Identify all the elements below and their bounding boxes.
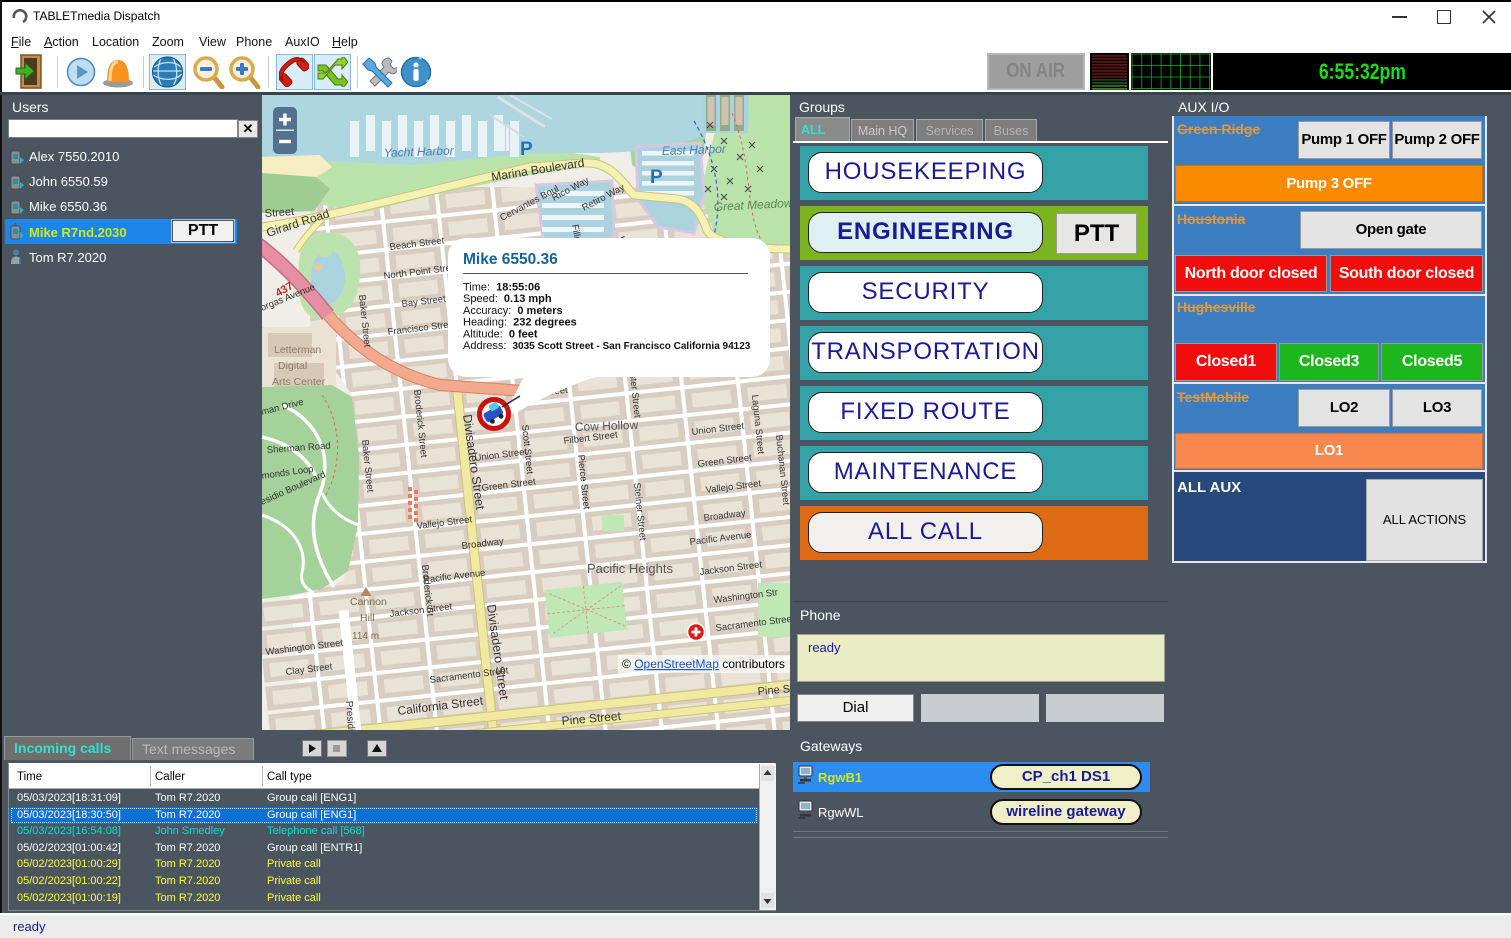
svg-text:Accuracy: 0 meters: Accuracy: 0 meters: [463, 305, 563, 317]
svg-text:Mike 6550.36: Mike 6550.36: [463, 251, 558, 268]
svg-text:Altitude: 0 feet: Altitude: 0 feet: [463, 328, 538, 340]
svg-text:Address: 3035 Scott Street - S: Address: 3035 Scott Street - San Francis…: [463, 340, 751, 352]
svg-text:Letterman: Letterman: [274, 344, 321, 356]
svg-text:© OpenStreetMap contributors: © OpenStreetMap contributors: [622, 657, 785, 671]
svg-text:114 m: 114 m: [352, 631, 379, 642]
svg-text:Arts Center: Arts Center: [272, 376, 326, 388]
svg-text:Digital: Digital: [278, 360, 307, 372]
svg-text:Heading: 232 degrees: Heading: 232 degrees: [463, 317, 577, 329]
svg-text:P: P: [650, 167, 663, 188]
svg-text:Time: 18:55:06: Time: 18:55:06: [463, 282, 540, 294]
svg-text:Street: Street: [264, 206, 294, 220]
svg-text:Hill: Hill: [360, 612, 375, 624]
svg-text:East Harbor: East Harbor: [662, 142, 727, 158]
svg-text:Speed: 0.13 mph: Speed: 0.13 mph: [463, 293, 552, 305]
svg-text:Pacific Heights: Pacific Heights: [587, 561, 673, 576]
svg-text:P: P: [520, 139, 533, 160]
svg-text:Cannon: Cannon: [350, 596, 387, 608]
svg-text:Yacht Harbor: Yacht Harbor: [384, 144, 455, 160]
